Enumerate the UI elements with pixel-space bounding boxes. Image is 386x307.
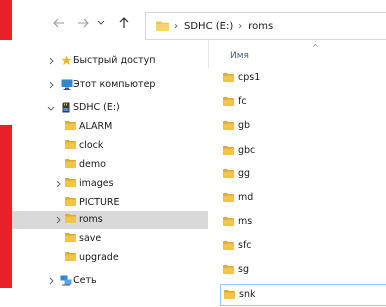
tree-item-label: images [79,178,114,189]
sort-ascending-icon: ^ [312,43,319,52]
tree-item-label: SDHC (E:) [73,102,120,113]
star-icon [61,55,72,69]
tree-item-label: save [79,233,102,244]
file-row-focused[interactable]: snk [220,284,386,306]
file-name: sfc [238,240,252,251]
file-name: snk [239,289,256,300]
file-row[interactable]: gb [220,116,386,136]
folder-icon [65,233,76,245]
column-header-name[interactable]: Имя [230,51,249,61]
tree-item-label: clock [79,140,104,151]
folder-icon [65,252,76,264]
file-row[interactable]: fc [220,92,386,112]
chevron-right-icon[interactable] [47,81,55,89]
chevron-right-icon[interactable] [54,180,62,188]
forward-arrow-icon [78,18,89,28]
folder-icon [224,290,235,302]
address-bar[interactable]: › SDHC (E:) › roms [145,12,386,40]
folder-icon [156,21,169,31]
chevron-right-icon[interactable] [47,277,55,285]
tree-item-folder-selected[interactable]: roms [12,211,208,229]
chevron-down-icon [97,20,105,25]
folder-icon [223,265,234,277]
tree-item-label: Сеть [73,275,97,286]
sd-card-icon [62,102,70,116]
file-name: gg [238,168,251,179]
up-button[interactable] [116,15,132,31]
network-icon [60,275,72,289]
recent-locations-button[interactable] [93,15,109,31]
file-list: ^ Имя cps1 fc gb gbc gg md ms sfc sg snk [208,40,386,307]
folder-icon [223,217,234,229]
tree-item-folder[interactable]: ALARM [12,118,208,136]
red-band-bottom [0,125,12,288]
file-name: gb [238,120,251,131]
chevron-right-icon[interactable] [47,57,55,65]
back-arrow-icon [53,18,64,28]
tree-item-label: ALARM [79,121,113,132]
tree-item-label: PICTURE [79,197,120,208]
tree-item-this-pc[interactable]: Этот компьютер [12,76,208,94]
tree-item-folder[interactable]: clock [12,137,208,155]
tree-item-folder[interactable]: PICTURE [12,194,208,212]
tree-item-folder[interactable]: images [12,175,208,193]
folder-icon [223,169,234,181]
column-divider [208,40,209,68]
folder-icon [65,214,76,226]
tree-item-folder[interactable]: demo [12,156,208,174]
file-row[interactable]: ms [220,212,386,232]
navigation-pane: Быстрый доступ Этот компьютер SDHC (E:) … [12,52,208,307]
file-name: sg [238,264,249,275]
file-row[interactable]: sg [220,260,386,280]
computer-icon [61,79,73,93]
folder-icon [223,241,234,253]
tree-item-network[interactable]: Сеть [12,272,208,290]
file-name: gbc [238,145,256,156]
back-button[interactable] [51,15,67,31]
tree-item-quick-access[interactable]: Быстрый доступ [12,52,208,70]
folder-icon [65,140,76,152]
folder-icon [223,121,234,133]
chevron-down-icon[interactable] [47,104,55,112]
file-name: cps1 [238,72,261,83]
folder-icon [223,146,234,158]
file-row[interactable]: cps1 [220,68,386,88]
file-row[interactable]: gbc [220,141,386,161]
breadcrumb-folder[interactable]: roms [248,21,273,32]
folder-icon [223,193,234,205]
folder-icon [65,121,76,133]
tree-item-folder[interactable]: save [12,230,208,248]
folder-icon [65,178,76,190]
tree-item-label: Быстрый доступ [73,55,156,66]
red-band-top [0,0,12,40]
forward-button[interactable] [75,15,91,31]
breadcrumb-separator: › [238,20,243,32]
file-row[interactable]: sfc [220,236,386,256]
tree-item-folder[interactable]: upgrade [12,249,208,267]
folder-icon [65,197,76,209]
breadcrumb-drive[interactable]: SDHC (E:) [184,21,233,32]
tree-item-label: upgrade [79,252,119,263]
folder-icon [223,97,234,109]
file-name: ms [238,216,253,227]
file-row[interactable]: md [220,188,386,208]
file-row[interactable]: gg [220,164,386,184]
file-name: md [238,192,254,203]
folder-icon [223,73,234,85]
tree-item-label: demo [79,159,106,170]
tree-item-label: Этот компьютер [73,79,156,90]
breadcrumb-separator: › [174,20,178,32]
tree-item-drive[interactable]: SDHC (E:) [12,99,208,117]
file-name: fc [238,96,247,107]
tree-item-label: roms [79,214,103,225]
up-arrow-icon [119,17,129,28]
chevron-right-icon[interactable] [54,216,62,224]
folder-icon [65,159,76,171]
